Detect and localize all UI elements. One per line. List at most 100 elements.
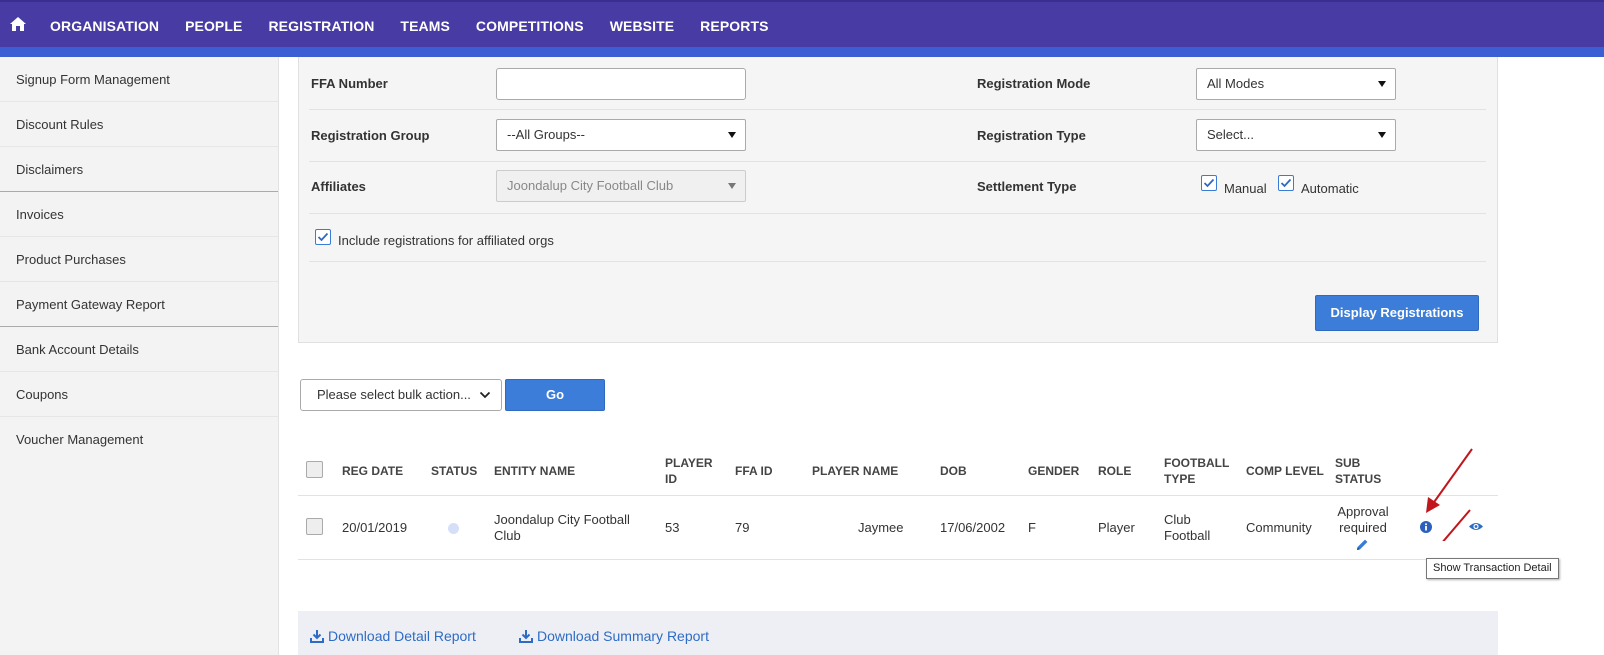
sidebar-item-voucher-management[interactable]: Voucher Management: [0, 417, 278, 462]
registration-mode-value: All Modes: [1207, 76, 1265, 91]
red-arrow-annotation: [1426, 448, 1473, 513]
header-entity-name[interactable]: ENTITY NAME: [494, 463, 575, 479]
eye-icon[interactable]: [1468, 521, 1484, 532]
header-sub-status-line2: STATUS: [1335, 472, 1382, 486]
include-affiliated-label: Include registrations for affiliated org…: [338, 233, 554, 248]
registration-mode-select[interactable]: All Modes: [1196, 68, 1396, 100]
download-detail-report-label: Download Detail Report: [328, 628, 476, 644]
sidebar-item-discount-rules[interactable]: Discount Rules: [0, 102, 278, 147]
cell-comp-level: Community: [1246, 520, 1312, 535]
header-ffa-id[interactable]: FFA ID: [735, 463, 773, 479]
header-reg-date[interactable]: REG DATE: [342, 463, 403, 479]
nav-menu: ORGANISATION PEOPLE REGISTRATION TEAMS C…: [50, 18, 795, 34]
cell-entity-name-line2: Club: [494, 528, 521, 543]
cell-reg-date: 20/01/2019: [342, 520, 408, 535]
nav-item-competitions[interactable]: COMPETITIONS: [476, 18, 584, 34]
settlement-automatic-checkbox[interactable]: [1278, 175, 1294, 191]
caret-down-icon: [728, 183, 736, 189]
header-player-id-line2: ID: [665, 472, 677, 486]
home-icon[interactable]: [9, 16, 27, 32]
nav-item-registration[interactable]: REGISTRATION: [268, 18, 374, 34]
status-dot-icon: [448, 523, 459, 534]
header-sub-status-line1: SUB: [1335, 456, 1361, 470]
header-football-type-line2: TYPE: [1164, 472, 1196, 486]
transaction-info-icon[interactable]: [1420, 521, 1432, 533]
nav-item-teams[interactable]: TEAMS: [400, 18, 450, 34]
download-icon: [310, 630, 324, 643]
download-detail-report-link[interactable]: Download Detail Report: [310, 628, 476, 644]
cell-sub-status-line1: Approval: [1337, 504, 1389, 519]
header-player-name[interactable]: PLAYER NAME: [812, 463, 898, 479]
sidebar-item-payment-gateway-report[interactable]: Payment Gateway Report: [0, 282, 278, 327]
nav-item-organisation[interactable]: ORGANISATION: [50, 18, 159, 34]
filter-row-4: Include registrations for affiliated org…: [309, 214, 1486, 262]
download-panel: Download Detail Report Download Summary …: [298, 611, 1498, 655]
sidebar: Signup Form Management Discount Rules Di…: [0, 57, 279, 655]
caret-down-icon: [1378, 132, 1386, 138]
cell-ffa-id: 79: [735, 520, 750, 535]
nav-item-website[interactable]: WEBSITE: [610, 18, 674, 34]
affiliates-value: Joondalup City Football Club: [507, 178, 674, 193]
registration-type-label: Registration Type: [977, 128, 1086, 143]
sidebar-item-disclaimers[interactable]: Disclaimers: [0, 147, 278, 192]
filter-row-3: Affiliates Joondalup City Football Club …: [309, 162, 1486, 214]
settlement-manual-label: Manual: [1224, 181, 1267, 196]
cell-sub-status-line2: required: [1339, 520, 1387, 535]
sidebar-item-coupons[interactable]: Coupons: [0, 372, 278, 417]
filter-row-1: FFA Number Registration Mode All Modes: [309, 57, 1486, 110]
sidebar-item-invoices[interactable]: Invoices: [0, 192, 278, 237]
settlement-manual-checkbox[interactable]: [1201, 175, 1217, 191]
bulk-action-select[interactable]: Please select bulk action...: [300, 379, 502, 411]
header-gender[interactable]: GENDER: [1028, 463, 1079, 479]
include-affiliated-checkbox[interactable]: [315, 229, 331, 245]
sidebar-item-signup-form-management[interactable]: Signup Form Management: [0, 57, 278, 102]
ffa-number-label: FFA Number: [311, 76, 388, 91]
affiliates-label: Affiliates: [311, 179, 366, 194]
header-sub-status[interactable]: SUB STATUS: [1335, 455, 1381, 487]
nav-item-reports[interactable]: REPORTS: [700, 18, 768, 34]
transaction-detail-tooltip: Show Transaction Detail: [1426, 558, 1559, 579]
download-summary-report-label: Download Summary Report: [537, 628, 709, 644]
header-football-type-line1: FOOTBALL: [1164, 456, 1230, 470]
settlement-automatic-label: Automatic: [1301, 181, 1359, 196]
caret-down-icon: [728, 132, 736, 138]
header-status[interactable]: STATUS: [431, 463, 477, 479]
registration-group-value: --All Groups--: [507, 127, 586, 142]
nav-item-people[interactable]: PEOPLE: [185, 18, 242, 34]
cell-player-name[interactable]: Jaymee: [858, 520, 904, 536]
header-player-id[interactable]: PLAYER ID: [665, 455, 713, 487]
chevron-down-icon: [479, 391, 491, 399]
row-checkbox[interactable]: [306, 518, 323, 535]
cell-gender: F: [1028, 520, 1036, 535]
header-football-type[interactable]: FOOTBALL TYPE: [1164, 455, 1229, 487]
bulk-action-placeholder: Please select bulk action...: [317, 387, 471, 402]
cell-football-type: Club Football: [1164, 512, 1210, 544]
pencil-icon[interactable]: [1356, 538, 1369, 551]
table-row: 20/01/2019 Joondalup City Football Club …: [298, 496, 1498, 560]
registration-mode-label: Registration Mode: [977, 76, 1091, 91]
header-comp-level[interactable]: COMP LEVEL: [1246, 463, 1324, 479]
nav-stripe: [0, 47, 1604, 57]
registration-type-select[interactable]: Select...: [1196, 119, 1396, 151]
header-role[interactable]: ROLE: [1098, 463, 1131, 479]
caret-down-icon: [1378, 81, 1386, 87]
display-registrations-button[interactable]: Display Registrations: [1315, 295, 1479, 331]
table-header: REG DATE STATUS ENTITY NAME PLAYER ID FF…: [298, 446, 1498, 496]
filter-row-2: Registration Group --All Groups-- Regist…: [309, 110, 1486, 162]
cell-entity-name: Joondalup City Football Club: [494, 512, 630, 544]
header-player-id-line1: PLAYER: [665, 456, 713, 470]
header-dob[interactable]: DOB: [940, 463, 967, 479]
cell-football-type-line1: Club: [1164, 512, 1191, 527]
download-summary-report-link[interactable]: Download Summary Report: [519, 628, 709, 644]
ffa-number-input[interactable]: [496, 68, 746, 100]
cell-entity-name-line1: Joondalup City Football: [494, 512, 630, 527]
sidebar-item-bank-account-details[interactable]: Bank Account Details: [0, 327, 278, 372]
cell-player-id: 53: [665, 520, 680, 535]
cell-role: Player: [1098, 520, 1135, 535]
cell-sub-status: Approval required: [1336, 504, 1390, 536]
go-button[interactable]: Go: [505, 379, 605, 411]
registration-group-select[interactable]: --All Groups--: [496, 119, 746, 151]
sidebar-item-product-purchases[interactable]: Product Purchases: [0, 237, 278, 282]
affiliates-select: Joondalup City Football Club: [496, 170, 746, 202]
select-all-checkbox[interactable]: [306, 461, 323, 478]
